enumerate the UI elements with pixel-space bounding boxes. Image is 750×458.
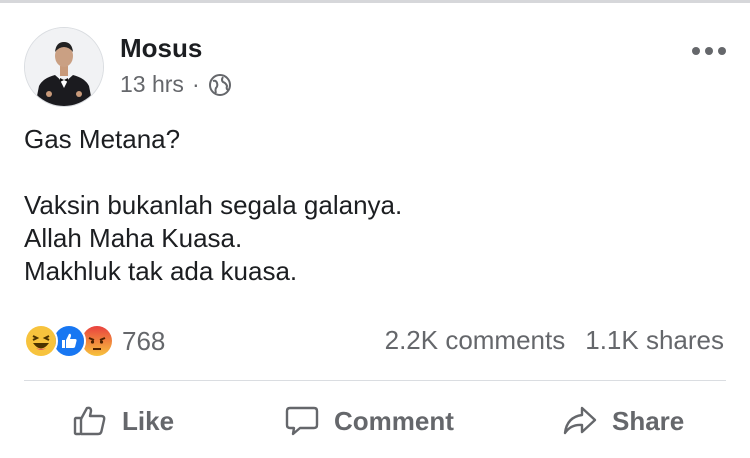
more-dot	[692, 47, 700, 55]
thumbs-up-icon	[73, 406, 106, 436]
haha-icon	[24, 324, 58, 358]
comment-label: Comment	[334, 405, 454, 436]
post-line: Makhluk tak ada kuasa.	[24, 256, 298, 286]
post-line: Allah Maha Kuasa.	[24, 223, 243, 253]
share-button[interactable]: Share	[562, 396, 684, 446]
share-arrow-icon	[563, 406, 597, 435]
reaction-count: 768	[122, 325, 166, 356]
meta-separator: ·	[191, 71, 200, 97]
post-line-spacer	[24, 156, 402, 189]
post-text: Gas Metana? Vaksin bukanlah segala galan…	[24, 123, 402, 288]
avatar[interactable]	[24, 27, 104, 107]
engagement-stats: 2.2K comments 1.1K shares	[385, 325, 724, 356]
author-name[interactable]: Mosus	[120, 33, 202, 64]
more-dot	[705, 47, 713, 55]
shares-count[interactable]: 1.1K shares	[585, 325, 724, 356]
globe-icon[interactable]	[208, 73, 232, 97]
like-label: Like	[122, 405, 175, 436]
post-line: Vaksin bukanlah segala galanya.	[24, 190, 403, 220]
share-label: Share	[612, 405, 685, 436]
action-bar: Like Comment Share	[0, 396, 750, 446]
post-line: Gas Metana?	[24, 124, 181, 154]
comment-button[interactable]: Comment	[284, 396, 454, 446]
post-time[interactable]: 13 hrs	[120, 71, 184, 98]
like-button[interactable]: Like	[72, 396, 174, 446]
comments-count[interactable]: 2.2K comments	[385, 325, 566, 356]
top-border	[0, 0, 750, 3]
more-options-icon[interactable]	[692, 41, 726, 61]
comment-bubble-icon	[285, 406, 319, 436]
reactions-summary[interactable]: 768	[24, 322, 165, 360]
post-meta: 13 hrs ·	[120, 71, 232, 98]
divider	[24, 380, 726, 381]
post-header: Mosus 13 hrs ·	[24, 27, 726, 107]
more-dot	[718, 47, 726, 55]
